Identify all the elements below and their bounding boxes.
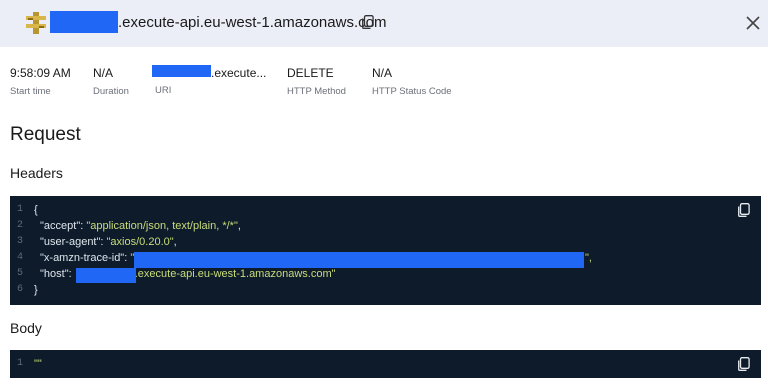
start-time-value: 9:58:09 AM [10, 66, 71, 80]
code-text: } [34, 284, 38, 296]
uri-field: .execute... [211, 66, 266, 80]
request-detail-header: .execute-api.eu-west-1.amazonaws.com [0, 0, 768, 47]
line-number: 2 [16, 220, 23, 231]
http-status-label: HTTP Status Code [372, 86, 452, 97]
http-method-field: DELETE HTTP Method [287, 66, 346, 97]
body-code-block: 1 "" [10, 350, 761, 378]
uri-label-field: URI [155, 85, 171, 96]
header-key: "host" [40, 268, 69, 280]
start-time-field: 9:58:09 AM Start time [10, 66, 71, 97]
duration-value: N/A [93, 66, 114, 80]
duration-field: N/A Duration [93, 66, 129, 97]
code-punct: ", [585, 252, 592, 264]
code-punct: , [237, 220, 241, 232]
redacted-host-value [76, 268, 136, 283]
api-gateway-logo-icon [26, 12, 46, 34]
http-status-field: N/A HTTP Status Code [372, 66, 452, 97]
header-key: "user-agent" [40, 236, 101, 248]
http-method-value: DELETE [287, 66, 334, 80]
header-value: "application/json, text/plain, */*" [86, 220, 238, 232]
headers-code-block: 1 { 2 "accept": "application/json, text/… [10, 196, 761, 305]
header-value: "axios/0.20.0" [106, 236, 174, 248]
copy-headers-icon[interactable] [738, 203, 750, 217]
header-key: "accept" [40, 220, 81, 232]
header-key: "x-amzn-trace-id" [40, 252, 125, 264]
uri-label: URI [155, 85, 172, 96]
duration-label: Duration [93, 86, 129, 97]
http-method-label: HTTP Method [287, 86, 346, 97]
line-number: 1 [16, 358, 23, 369]
header-value: .execute-api.eu-west-1.amazonaws.com" [134, 268, 336, 280]
body-heading: Body [10, 320, 42, 336]
line-number: 4 [16, 252, 23, 263]
uri-value[interactable]: .execute... [211, 66, 266, 80]
code-punct: , [173, 236, 177, 248]
http-status-value: N/A [372, 66, 393, 80]
copy-body-icon[interactable] [738, 357, 750, 371]
code-text: { [34, 204, 38, 216]
line-number: 3 [16, 236, 23, 247]
request-heading: Request [10, 124, 81, 145]
line-number: 6 [16, 284, 23, 295]
headers-heading: Headers [10, 165, 63, 181]
host-title: .execute-api.eu-west-1.amazonaws.com [118, 14, 387, 31]
line-number: 1 [16, 204, 23, 215]
redacted-host-prefix [50, 11, 118, 33]
line-number: 5 [16, 268, 23, 279]
copy-host-icon[interactable] [362, 15, 374, 29]
start-time-label: Start time [10, 86, 51, 97]
redacted-uri-prefix [152, 65, 211, 77]
code-line-tail: ", [585, 250, 592, 266]
code-text: "" [34, 358, 42, 370]
close-icon[interactable] [744, 14, 762, 32]
